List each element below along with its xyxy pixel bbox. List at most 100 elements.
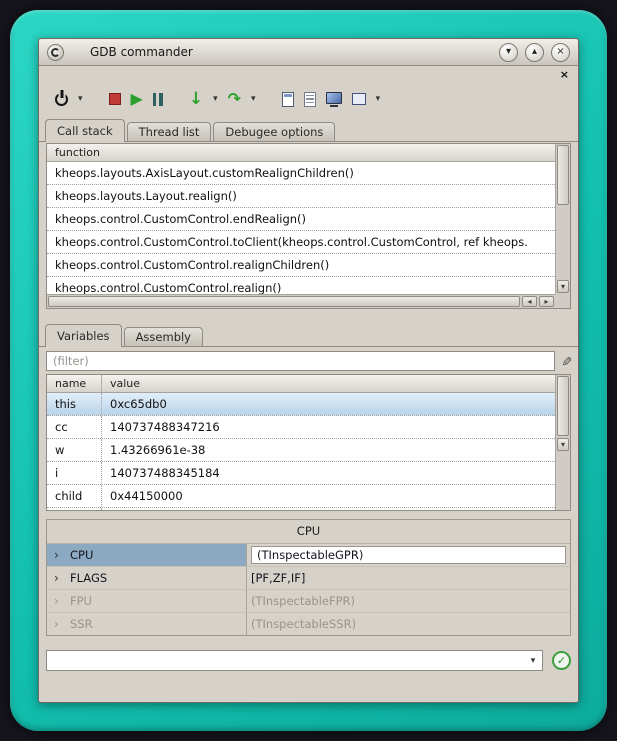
document-view-button[interactable] bbox=[278, 90, 298, 109]
window-bottom-padding bbox=[39, 671, 578, 702]
mid-tabs: Variables Assembly bbox=[39, 321, 578, 347]
maximize-button[interactable]: ▴ bbox=[525, 43, 544, 62]
cpu-row-value: (TInspectableFPR) bbox=[251, 594, 355, 608]
run-button[interactable]: ▶ bbox=[127, 89, 147, 109]
cpu-row-ssr[interactable]: › SSR (TInspectableSSR) bbox=[47, 613, 570, 635]
cpu-row-fpu[interactable]: › FPU (TInspectableFPR) bbox=[47, 590, 570, 613]
column-header-value[interactable]: value bbox=[102, 375, 555, 392]
variable-row[interactable]: i 140737488345184 bbox=[47, 462, 555, 485]
call-stack-row[interactable]: kheops.control.CustomControl.realignChil… bbox=[47, 254, 555, 277]
continue-arrow-icon: ↷ bbox=[228, 91, 241, 107]
play-icon: ▶ bbox=[131, 91, 143, 107]
tab-assembly[interactable]: Assembly bbox=[124, 327, 203, 346]
power-dropdown-button[interactable]: ▾ bbox=[74, 93, 87, 106]
titlebar[interactable]: GDB commander ▾ ▴ × bbox=[39, 39, 578, 66]
shade-button[interactable]: ▾ bbox=[499, 43, 518, 62]
call-stack-row[interactable]: kheops.control.CustomControl.realign() bbox=[47, 277, 555, 294]
expander-icon[interactable]: › bbox=[54, 572, 63, 584]
call-stack-vertical-scrollbar[interactable]: ▾ bbox=[555, 144, 570, 294]
expander-icon[interactable]: › bbox=[54, 618, 63, 630]
variable-row[interactable]: cc 140737488347216 bbox=[47, 416, 555, 439]
filter-input[interactable] bbox=[46, 351, 555, 371]
variable-row[interactable]: this 0xc65db0 bbox=[47, 393, 555, 416]
monitor-stand bbox=[330, 105, 338, 107]
stop-button[interactable] bbox=[105, 91, 125, 107]
call-stack-row[interactable]: kheops.layouts.Layout.realign() bbox=[47, 185, 555, 208]
variables-vertical-scrollbar[interactable]: ▾ bbox=[555, 375, 570, 510]
tab-variables[interactable]: Variables bbox=[45, 324, 122, 347]
expander-icon[interactable]: › bbox=[54, 549, 63, 561]
scroll-right-button[interactable]: ▸ bbox=[539, 296, 554, 307]
scroll-down-button[interactable]: ▾ bbox=[557, 280, 569, 293]
list-view-button[interactable] bbox=[300, 90, 320, 109]
cpu-row-name-cell[interactable]: › CPU bbox=[47, 544, 247, 566]
cpu-row-name-cell[interactable]: › FLAGS bbox=[47, 567, 247, 589]
window-view-button[interactable] bbox=[348, 91, 370, 107]
cpu-row-value: (TInspectableSSR) bbox=[251, 617, 356, 631]
cpu-row-cpu[interactable]: › CPU (TInspectableGPR) bbox=[47, 544, 570, 567]
cpu-row-label: CPU bbox=[70, 548, 93, 562]
scroll-left-button[interactable]: ◂ bbox=[522, 296, 537, 307]
variable-name: w bbox=[47, 439, 102, 461]
variable-row[interactable]: w 1.43266961e-38 bbox=[47, 439, 555, 462]
chevron-down-icon: ▾ bbox=[213, 95, 218, 104]
scrollbar-thumb[interactable] bbox=[48, 296, 520, 307]
chevron-down-icon: ▾ bbox=[376, 95, 381, 104]
call-stack-horizontal-scrollbar[interactable]: ◂ ▸ bbox=[47, 294, 555, 308]
variable-row[interactable]: b 1.43266961e-38 bbox=[47, 508, 555, 510]
variables-panel: name value this 0xc65db0 cc 140737488347… bbox=[46, 374, 571, 511]
window-title: GDB commander bbox=[72, 45, 491, 59]
toolbar-group-step: ↓ ▾ ↷ ▾ bbox=[185, 89, 260, 110]
tab-thread-list[interactable]: Thread list bbox=[127, 122, 212, 141]
call-stack-row[interactable]: kheops.control.CustomControl.toClient(kh… bbox=[47, 231, 555, 254]
filter-pen-icon[interactable]: ✎ bbox=[559, 356, 572, 367]
expander-icon[interactable]: › bbox=[54, 595, 63, 607]
cpu-row-label: FLAGS bbox=[70, 571, 107, 585]
variable-name: b bbox=[47, 508, 102, 510]
top-tabs: Call stack Thread list Debugee options bbox=[39, 116, 578, 142]
close-button[interactable]: × bbox=[551, 43, 570, 62]
continue-button[interactable]: ↷ bbox=[224, 89, 245, 109]
call-stack-column-header[interactable]: function bbox=[47, 144, 555, 162]
tab-call-stack[interactable]: Call stack bbox=[45, 119, 125, 142]
variable-name: this bbox=[47, 393, 102, 415]
confirm-button[interactable]: ✓ bbox=[552, 651, 571, 670]
toolbar-group-views: ▾ bbox=[278, 90, 385, 109]
variables-column-headers: name value bbox=[47, 375, 555, 393]
chevron-down-icon[interactable]: ▾ bbox=[524, 656, 542, 666]
call-stack-table: function kheops.layouts.AxisLayout.custo… bbox=[47, 144, 555, 294]
monitor-icon bbox=[326, 92, 342, 107]
screenshot-frame: GDB commander ▾ ▴ × × ▾ bbox=[10, 10, 607, 731]
scroll-down-button[interactable]: ▾ bbox=[557, 438, 569, 451]
scrollbar-thumb[interactable] bbox=[557, 145, 569, 205]
cpu-row-name-cell[interactable]: › SSR bbox=[47, 613, 247, 635]
document-icon-bar bbox=[284, 94, 292, 97]
cpu-row-value-cell: (TInspectableGPR) bbox=[247, 544, 570, 566]
cpu-row-flags[interactable]: › FLAGS [PF,ZF,IF] bbox=[47, 567, 570, 590]
scrollbar-thumb[interactable] bbox=[557, 376, 569, 436]
pause-button[interactable] bbox=[149, 91, 167, 108]
cpu-value-editor[interactable]: (TInspectableGPR) bbox=[251, 546, 566, 564]
column-header-name[interactable]: name bbox=[47, 375, 102, 392]
call-stack-row[interactable]: kheops.control.CustomControl.endRealign(… bbox=[47, 208, 555, 231]
continue-dropdown-button[interactable]: ▾ bbox=[247, 93, 260, 106]
monitor-view-button[interactable] bbox=[322, 90, 346, 109]
cpu-row-name-cell[interactable]: › FPU bbox=[47, 590, 247, 612]
panel-splitter[interactable] bbox=[39, 309, 578, 321]
call-stack-row[interactable]: kheops.layouts.AxisLayout.customRealignC… bbox=[47, 162, 555, 185]
window-view-dropdown-button[interactable]: ▾ bbox=[372, 93, 385, 106]
tab-debugee-options[interactable]: Debugee options bbox=[213, 122, 335, 141]
step-button[interactable]: ↓ bbox=[185, 89, 207, 110]
variable-name: i bbox=[47, 462, 102, 484]
variable-value: 0xc65db0 bbox=[102, 393, 555, 415]
command-combobox[interactable]: ▾ bbox=[46, 650, 543, 671]
dock-close-button[interactable]: × bbox=[560, 69, 569, 80]
variable-row[interactable]: child 0x44150000 bbox=[47, 485, 555, 508]
scrollbar-corner bbox=[555, 294, 570, 308]
variable-name: child bbox=[47, 485, 102, 507]
cpu-row-value: [PF,ZF,IF] bbox=[251, 571, 305, 585]
command-input[interactable] bbox=[47, 654, 524, 668]
step-dropdown-button[interactable]: ▾ bbox=[209, 93, 222, 106]
power-button[interactable] bbox=[51, 91, 72, 108]
variable-value: 1.43266961e-38 bbox=[102, 508, 555, 510]
